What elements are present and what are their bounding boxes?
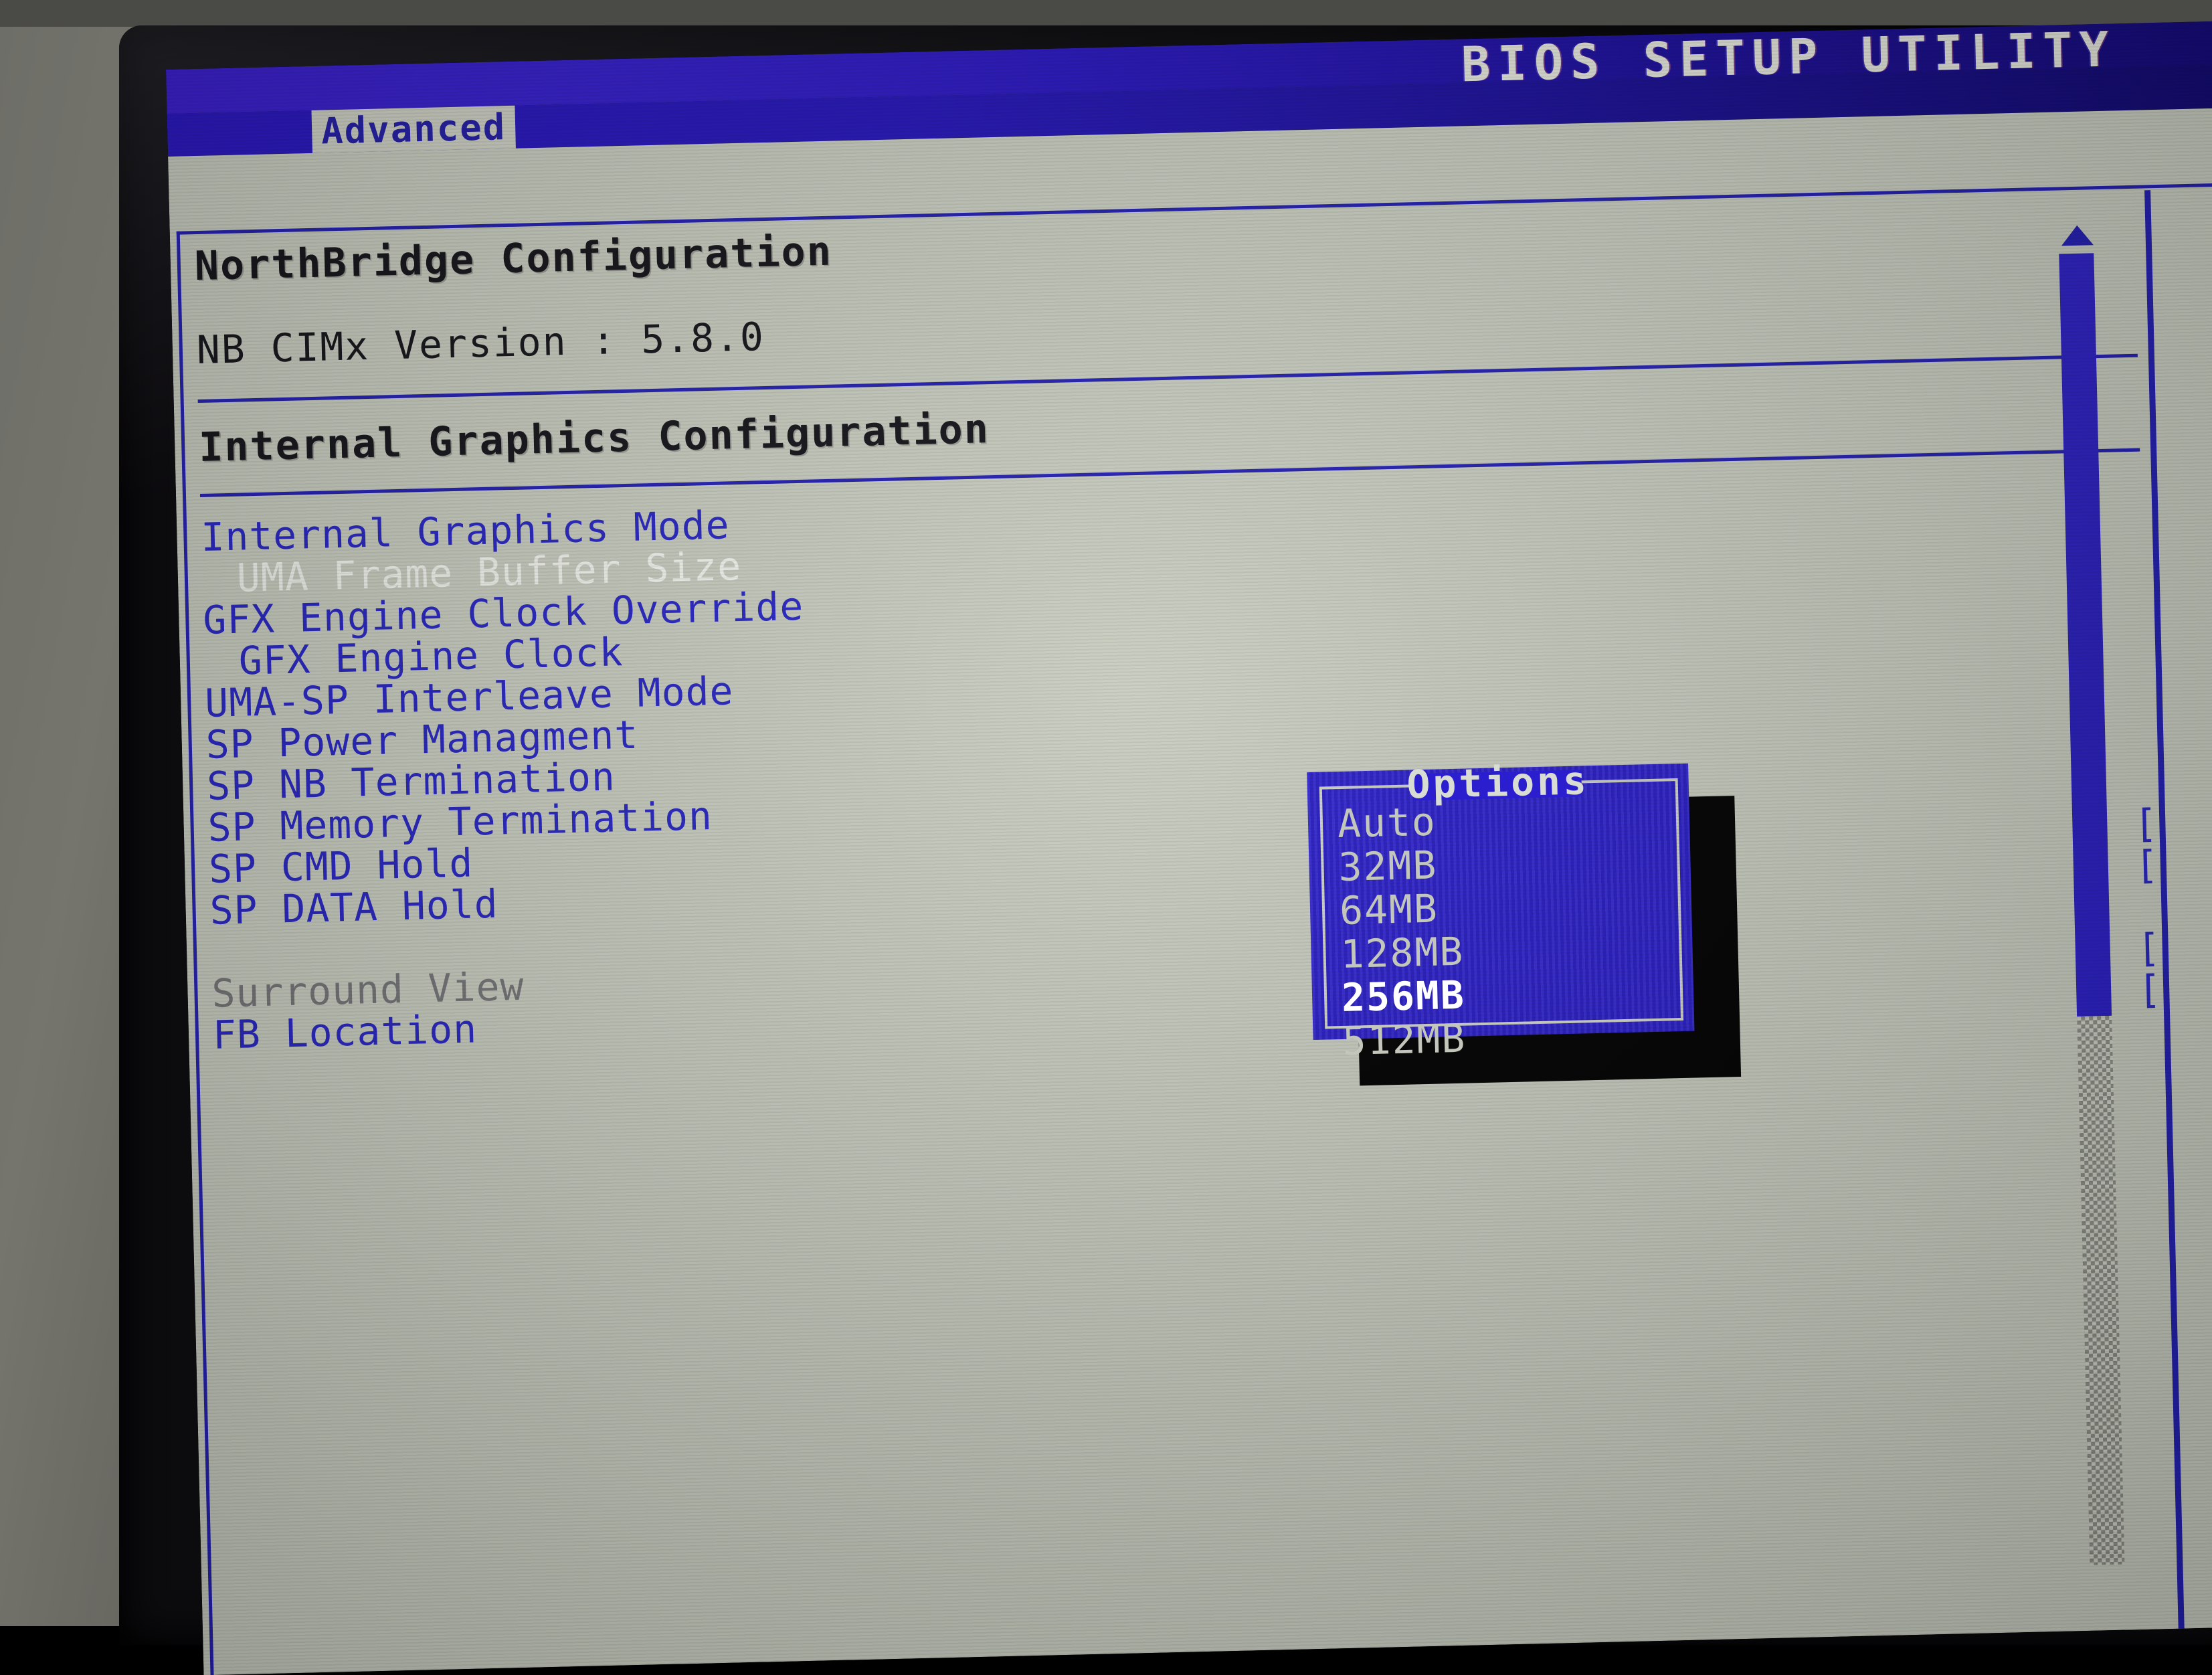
- settings-list: Internal Graphics Mode UMA Frame Buffer S…: [201, 469, 2162, 1058]
- options-list: Auto 32MB 64MB 128MB 256MB 512MB: [1337, 799, 1467, 1064]
- settings-content: NorthBridge Configuration NB CIMx Versio…: [194, 197, 2162, 1058]
- help-column-clipped-text: [: [2134, 842, 2160, 888]
- option-item[interactable]: 32MB: [1338, 843, 1463, 890]
- photographed-monitor-scene: BIOS SETUP UTILITY Advanced NorthBridge …: [0, 0, 2212, 1675]
- wall-top-shadow: [0, 0, 2212, 27]
- bios-content-area: NorthBridge Configuration NB CIMx Versio…: [168, 106, 2212, 1675]
- option-item[interactable]: 64MB: [1339, 886, 1463, 934]
- tab-advanced[interactable]: Advanced: [311, 105, 517, 153]
- triangle-up-icon[interactable]: [2061, 225, 2094, 246]
- option-item[interactable]: 128MB: [1340, 929, 1465, 977]
- setting-label: FB Location: [212, 1006, 478, 1058]
- option-item[interactable]: 512MB: [1342, 1016, 1467, 1064]
- help-column-clipped-text: [: [2136, 925, 2162, 971]
- help-column-clipped-text: [: [2133, 800, 2159, 847]
- option-item[interactable]: 256MB: [1341, 972, 1465, 1021]
- bios-screen: BIOS SETUP UTILITY Advanced NorthBridge …: [166, 19, 2212, 1675]
- option-item[interactable]: Auto: [1337, 799, 1461, 847]
- options-dialog[interactable]: Options Auto 32MB 64MB 128MB 256MB 512MB: [1307, 758, 1695, 1064]
- help-column-clipped-text: [: [2137, 966, 2162, 1012]
